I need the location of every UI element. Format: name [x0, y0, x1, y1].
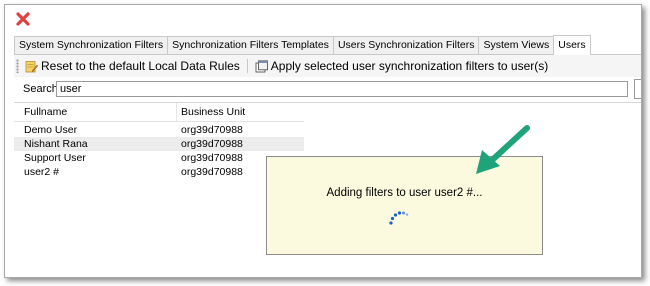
- column-header-business-unit[interactable]: Business Unit: [177, 103, 304, 121]
- grid-header: Fullname Business Unit: [14, 103, 304, 122]
- cell-business-unit: org39d70988: [181, 138, 243, 150]
- toolbar-separator: [246, 59, 248, 73]
- table-row[interactable]: Support User org39d70988: [14, 151, 304, 165]
- search-row: Search: [14, 79, 641, 99]
- reset-local-data-rules-button[interactable]: Reset to the default Local Data Rules: [25, 59, 240, 73]
- tab-system-views[interactable]: System Views: [478, 36, 555, 54]
- tab-synchronization-filters-templates[interactable]: Synchronization Filters Templates: [167, 36, 334, 54]
- toolbar: Reset to the default Local Data Rules Ap…: [14, 55, 641, 77]
- reset-button-label: Reset to the default Local Data Rules: [41, 59, 240, 73]
- cell-fullname: Support User: [24, 152, 86, 164]
- search-label: Search: [23, 83, 58, 95]
- cell-fullname: user2 #: [24, 166, 60, 178]
- cell-business-unit: org39d70988: [181, 124, 243, 136]
- search-input[interactable]: [56, 81, 629, 97]
- cell-fullname: Nishant Rana: [24, 138, 88, 150]
- apply-button-label: Apply selected user synchronization filt…: [270, 59, 549, 73]
- green-arrow-icon: [476, 125, 530, 174]
- tab-users[interactable]: Users: [553, 35, 591, 55]
- table-row[interactable]: user2 # org39d70988: [14, 165, 304, 179]
- apply-window-icon: [255, 59, 268, 72]
- apply-filters-button[interactable]: Apply selected user synchronization filt…: [255, 59, 548, 73]
- progress-message: Adding filters to user user2 #...: [326, 187, 483, 199]
- tab-bar: System Synchronization Filters Synchroni…: [14, 35, 641, 55]
- search-side-control[interactable]: [634, 79, 641, 99]
- toolbar-grip[interactable]: [16, 59, 19, 73]
- tab-system-synchronization-filters[interactable]: System Synchronization Filters: [14, 36, 169, 54]
- cell-fullname: Demo User: [24, 124, 78, 136]
- close-icon[interactable]: [16, 12, 30, 26]
- table-row[interactable]: Demo User org39d70988: [14, 123, 304, 137]
- table-row-selected[interactable]: Nishant Rana org39d70988: [14, 137, 304, 151]
- loading-spinner-icon: [389, 211, 409, 225]
- column-header-fullname[interactable]: Fullname: [14, 103, 177, 121]
- tab-users-synchronization-filters[interactable]: Users Synchronization Filters: [332, 36, 480, 54]
- notepad-pencil-icon: [25, 60, 38, 72]
